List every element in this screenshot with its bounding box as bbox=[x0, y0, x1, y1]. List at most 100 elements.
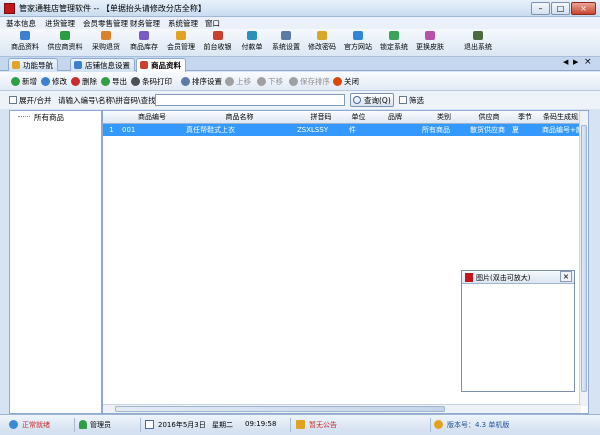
close-window-button[interactable]: × bbox=[571, 2, 596, 15]
column-header-unit[interactable]: 单位 bbox=[347, 111, 371, 124]
menu-window[interactable]: 窗口 bbox=[205, 18, 220, 29]
toolbar-button-label: 前台收银 bbox=[203, 43, 232, 51]
column-header-index[interactable] bbox=[103, 111, 121, 124]
column-header-supplier[interactable]: 供应商 bbox=[468, 111, 511, 124]
image-preview-panel[interactable]: 图片(双击可放大) × bbox=[461, 270, 575, 392]
menu-finance[interactable]: 财务管理 bbox=[130, 18, 160, 29]
action-button-10[interactable]: 关闭 bbox=[332, 75, 359, 89]
toolbar-button-12[interactable]: 更换皮肤 bbox=[413, 30, 447, 56]
menu-system[interactable]: 系统管理 bbox=[168, 18, 198, 29]
toolbar-button-10[interactable]: 官方网站 bbox=[341, 30, 375, 56]
tab-store-settings[interactable]: 店铺信息设置 bbox=[70, 58, 135, 71]
sort-icon bbox=[181, 77, 190, 86]
column-header-brand[interactable]: 品牌 bbox=[370, 111, 421, 124]
toolbar-button-2[interactable]: 供应商资料 bbox=[44, 30, 86, 56]
column-header-season[interactable]: 季节 bbox=[510, 111, 541, 124]
minimize-button[interactable]: – bbox=[531, 2, 550, 15]
toolbar-button-label: 退出系统 bbox=[464, 43, 492, 51]
status-notice[interactable]: 暂无公告 bbox=[309, 420, 337, 430]
notice-icon bbox=[296, 420, 305, 429]
tab-label: 店铺信息设置 bbox=[85, 61, 130, 70]
column-header-category[interactable]: 类别 bbox=[420, 111, 469, 124]
toolbar-button-3[interactable]: 采购退货 bbox=[88, 30, 124, 56]
action-button-8[interactable]: 下移 bbox=[256, 75, 283, 89]
action-button-1[interactable]: 新增 bbox=[10, 75, 37, 89]
toolbar-button-label: 供应商资料 bbox=[47, 43, 83, 51]
vertical-scroll-thumb[interactable] bbox=[581, 125, 587, 392]
toolbar-button-8[interactable]: 系统设置 bbox=[269, 30, 303, 56]
status-time: 09:19:58 bbox=[245, 420, 277, 428]
action-button-label: 删除 bbox=[82, 77, 97, 86]
menu-basic-info[interactable]: 基本信息 bbox=[6, 18, 36, 29]
toolbar-button-5[interactable]: 会员管理 bbox=[164, 30, 198, 56]
action-button-3[interactable]: 删除 bbox=[70, 75, 97, 89]
action-button-2[interactable]: 修改 bbox=[40, 75, 67, 89]
toolbar-button-4[interactable]: 商品库存 bbox=[126, 30, 162, 56]
vertical-scrollbar[interactable] bbox=[579, 111, 588, 406]
column-header-barcode-rule[interactable]: 条码生成规 bbox=[540, 111, 582, 124]
action-button-6[interactable]: 排序设置 bbox=[180, 75, 222, 89]
horizontal-scrollbar[interactable] bbox=[103, 404, 581, 413]
expand-label: 展开/合并 bbox=[19, 96, 52, 105]
column-header-pinyin[interactable]: 拼音码 bbox=[295, 111, 348, 124]
tab-prev-icon[interactable]: ◀ bbox=[563, 58, 568, 66]
horizontal-scroll-thumb[interactable] bbox=[115, 406, 445, 412]
status-weekday: 星期二 bbox=[212, 421, 233, 429]
tab-close-icon[interactable]: × bbox=[584, 57, 592, 67]
toolbar-button-9[interactable]: 修改密码 bbox=[305, 30, 339, 56]
toolbar-button-1[interactable]: 商品资料 bbox=[8, 30, 42, 56]
image-preview-title: 图片(双击可放大) bbox=[476, 274, 531, 282]
cell-pinyin: ZSXLSSY bbox=[297, 126, 329, 134]
tab-goods-info[interactable]: 商品资料 bbox=[136, 58, 186, 72]
cell-unit: 件 bbox=[349, 126, 356, 134]
barcode-icon bbox=[131, 77, 140, 86]
query-button-label: 查询(Q) bbox=[364, 96, 391, 105]
toolbar-button-label: 锁定系统 bbox=[380, 43, 408, 51]
tab-next-icon[interactable]: ▶ bbox=[573, 58, 578, 66]
purchase-return-icon bbox=[101, 31, 111, 40]
column-header-code[interactable]: 商品编号 bbox=[120, 111, 185, 124]
goods-icon bbox=[140, 61, 148, 69]
cell-season: 夏 bbox=[512, 126, 519, 134]
action-button-4[interactable]: 导出 bbox=[100, 75, 127, 89]
image-preview-close-button[interactable]: × bbox=[560, 271, 572, 282]
filter-checkbox[interactable] bbox=[399, 96, 407, 104]
toolbar-button-label: 会员管理 bbox=[167, 43, 195, 51]
calendar-icon bbox=[145, 420, 154, 429]
action-toolbar: 新增 修改 删除 导出 条码打印 排序设置 上移 下移 保存排序 关闭 bbox=[0, 72, 600, 91]
table-row[interactable]: 1 001 真任帮鞋式上衣 ZSXLSSY 件 所有商品 散货供应商 夏 商品编… bbox=[103, 124, 581, 136]
search-input[interactable] bbox=[155, 94, 345, 106]
maximize-button[interactable]: □ bbox=[551, 2, 570, 15]
column-header-name[interactable]: 商品名称 bbox=[184, 111, 296, 124]
toolbar-button-6[interactable]: 前台收银 bbox=[200, 30, 235, 56]
action-button-5[interactable]: 条码打印 bbox=[130, 75, 172, 89]
delete-icon bbox=[71, 77, 80, 86]
tab-strip: 功能导航 店铺信息设置 商品资料 ◀ ▶ × bbox=[0, 57, 600, 72]
toolbar-button-11[interactable]: 锁定系统 bbox=[377, 30, 411, 56]
magnifier-icon bbox=[353, 96, 361, 104]
toolbar-button-label: 官方网站 bbox=[344, 43, 372, 51]
search-bar: 展开/合并 请输入编号\名称\拼音码\查找: 查询(Q) 筛选 bbox=[0, 91, 600, 109]
query-button[interactable]: 查询(Q) bbox=[350, 93, 394, 107]
status-divider bbox=[74, 418, 75, 432]
close-icon bbox=[333, 77, 342, 86]
toolbar-button-label: 采购退货 bbox=[92, 43, 120, 51]
app-logo-icon bbox=[4, 3, 15, 14]
toolbar-button-label: 修改密码 bbox=[308, 43, 336, 51]
tree-node-all-goods[interactable]: 所有商品 bbox=[34, 112, 64, 123]
app-logo-icon bbox=[465, 273, 473, 282]
toolbar-button-7[interactable]: 付款单 bbox=[237, 30, 267, 56]
status-divider bbox=[140, 418, 141, 432]
menu-member-retail[interactable]: 会员零售管理 bbox=[83, 18, 128, 29]
toolbar-button-13[interactable]: 退出系统 bbox=[457, 30, 499, 56]
action-button-7[interactable]: 上移 bbox=[224, 75, 251, 89]
expand-checkbox[interactable] bbox=[9, 96, 17, 104]
menu-purchase[interactable]: 进货管理 bbox=[45, 18, 75, 29]
user-icon bbox=[79, 420, 87, 429]
cell-barcode-rule: 商品编号+颜色 bbox=[542, 126, 581, 134]
info-icon bbox=[9, 420, 18, 429]
tab-function-nav[interactable]: 功能导航 bbox=[8, 58, 58, 71]
toolbar-button-label: 商品资料 bbox=[11, 43, 39, 51]
status-divider bbox=[290, 418, 291, 432]
action-button-9[interactable]: 保存排序 bbox=[288, 75, 330, 89]
